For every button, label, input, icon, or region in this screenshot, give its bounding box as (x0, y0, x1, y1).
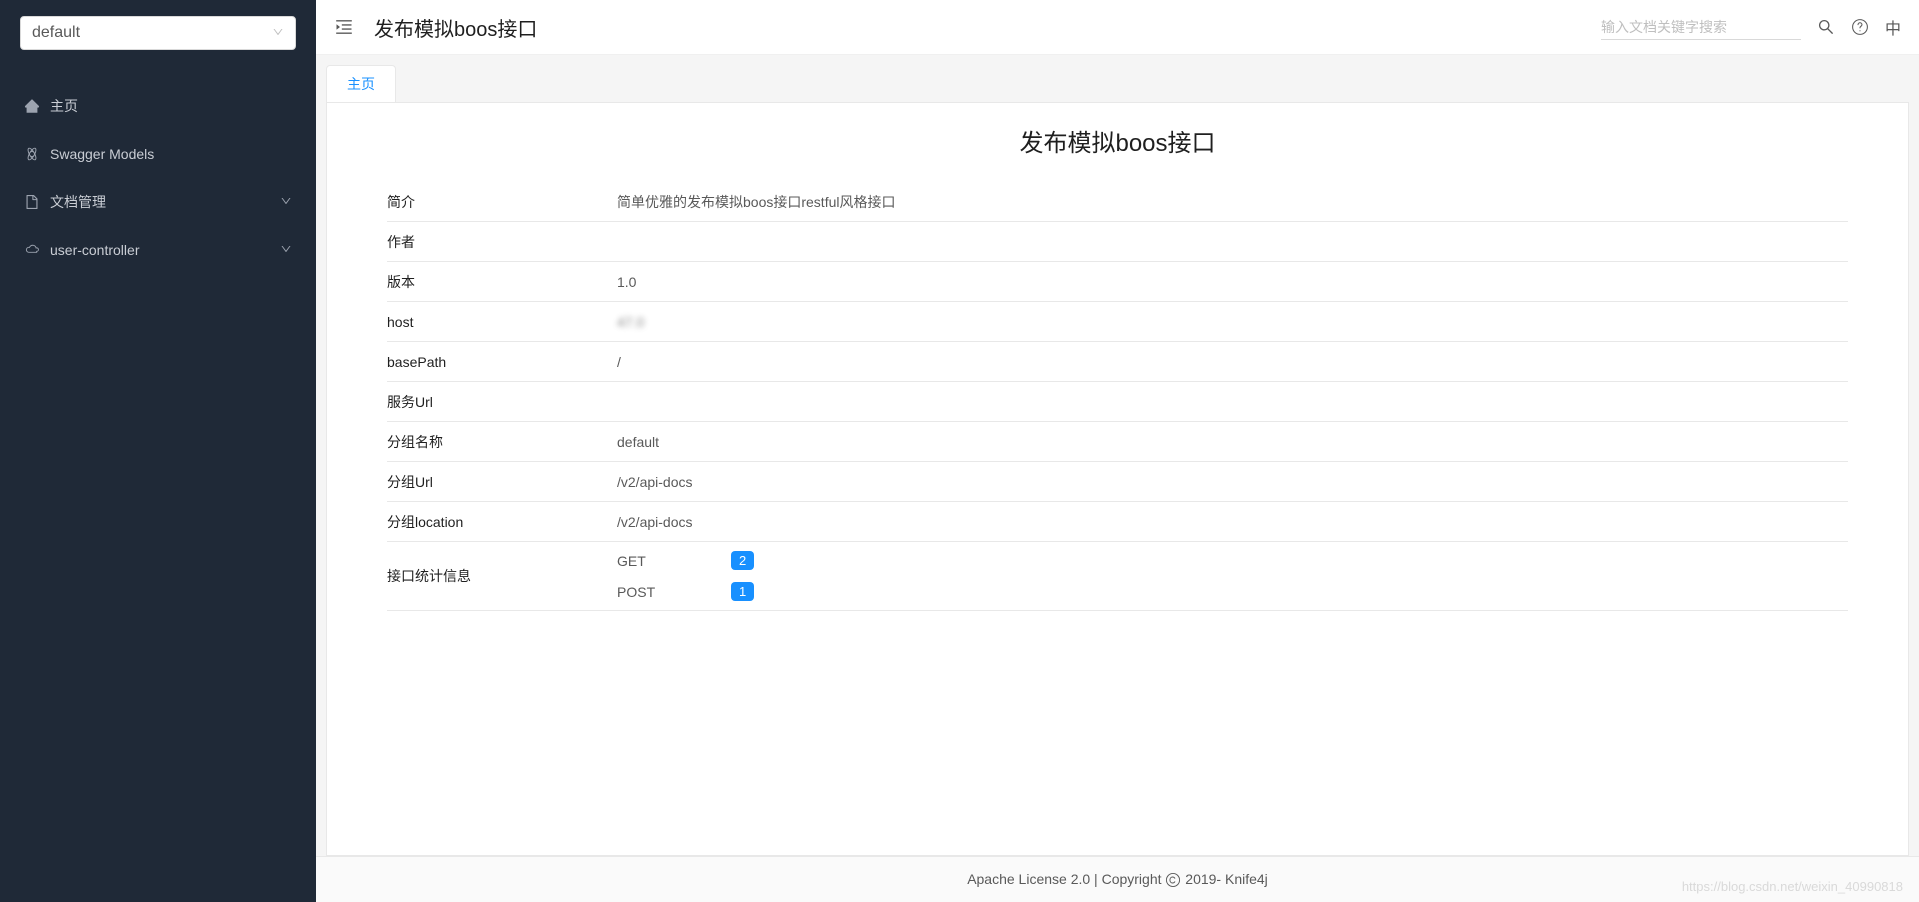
row-label: 简介 (387, 183, 617, 221)
sidebar-item-label: user-controller (50, 242, 139, 258)
sidebar-item-label: 主页 (50, 96, 78, 116)
search-input[interactable] (1601, 15, 1801, 40)
language-switch[interactable]: 中 (1885, 15, 1901, 39)
search-icon[interactable] (1817, 18, 1835, 36)
info-table: 简介 简单优雅的发布模拟boos接口restful风格接口 作者 版本 1.0 … (387, 182, 1848, 611)
sidebar: default 主页 Swagger Models (0, 0, 316, 902)
row-value: /v2/api-docs (617, 505, 1848, 539)
sidebar-item-swagger-models[interactable]: Swagger Models (0, 130, 316, 178)
row-label: 分组名称 (387, 423, 617, 461)
row-label: 分组Url (387, 463, 617, 501)
chevron-down-icon (280, 195, 292, 210)
row-value: GET 2 POST 1 (617, 542, 1848, 610)
row-label: 分组location (387, 503, 617, 541)
group-select[interactable]: default (20, 16, 296, 50)
row-value: /v2/api-docs (617, 465, 1848, 499)
table-row: host 47.0 (387, 302, 1848, 342)
row-label: 接口统计信息 (387, 557, 617, 595)
footer-text: Apache License 2.0 | Copyright (967, 871, 1165, 887)
home-icon (24, 98, 40, 114)
row-value (617, 393, 1848, 411)
tab-label: 主页 (347, 76, 375, 92)
footer: Apache License 2.0 | Copyright 2019- Kni… (316, 856, 1919, 902)
page-title: 发布模拟boos接口 (374, 13, 537, 42)
table-row: 分组location /v2/api-docs (387, 502, 1848, 542)
models-icon (24, 146, 40, 162)
copyright-icon (1165, 872, 1181, 888)
help-icon[interactable] (1851, 18, 1869, 36)
row-label: 作者 (387, 223, 617, 261)
table-row: 版本 1.0 (387, 262, 1848, 302)
row-label: 版本 (387, 263, 617, 301)
sidebar-item-user-controller[interactable]: user-controller (0, 226, 316, 274)
sidebar-menu: 主页 Swagger Models 文档管理 (0, 66, 316, 274)
sidebar-item-label: 文档管理 (50, 192, 106, 212)
table-row: 分组Url /v2/api-docs (387, 462, 1848, 502)
method-label: GET (617, 553, 661, 569)
row-value: 1.0 (617, 265, 1848, 299)
group-select-value: default (32, 24, 80, 42)
row-value: 47.0 (617, 305, 1848, 339)
row-value (617, 233, 1848, 251)
chevron-down-icon (280, 243, 292, 258)
cloud-icon (24, 242, 40, 258)
sidebar-item-home[interactable]: 主页 (0, 82, 316, 130)
stat-item: GET 2 (617, 551, 1848, 570)
chevron-down-icon (272, 26, 284, 41)
footer-year: 2019- (1185, 871, 1221, 887)
count-badge: 2 (731, 551, 754, 570)
stat-item: POST 1 (617, 582, 1848, 601)
watermark: https://blog.csdn.net/weixin_40990818 (1682, 879, 1903, 894)
table-row: 服务Url (387, 382, 1848, 422)
sidebar-select-wrapper: default (0, 0, 316, 66)
tab-bar: 主页 (316, 55, 1919, 102)
table-row: 简介 简单优雅的发布模拟boos接口restful风格接口 (387, 182, 1848, 222)
row-value: default (617, 425, 1848, 459)
row-value: 简单优雅的发布模拟boos接口restful风格接口 (617, 183, 1848, 221)
table-row: basePath / (387, 342, 1848, 382)
table-row: 分组名称 default (387, 422, 1848, 462)
footer-link[interactable]: Knife4j (1225, 871, 1268, 887)
row-value: / (617, 345, 1848, 379)
row-label: 服务Url (387, 383, 617, 421)
header: 发布模拟boos接口 中 (316, 0, 1919, 55)
main-area: 发布模拟boos接口 中 主页 发布模拟boos接口 简介 简单优雅的发布模拟b… (316, 0, 1919, 902)
sidebar-item-label: Swagger Models (50, 146, 154, 162)
method-label: POST (617, 584, 661, 600)
row-label: basePath (387, 345, 617, 379)
tab-home[interactable]: 主页 (326, 65, 396, 102)
table-row: 作者 (387, 222, 1848, 262)
docs-icon (24, 194, 40, 210)
table-row-stats: 接口统计信息 GET 2 POST 1 (387, 542, 1848, 611)
content: 发布模拟boos接口 简介 简单优雅的发布模拟boos接口restful风格接口… (326, 102, 1909, 856)
sidebar-item-doc-management[interactable]: 文档管理 (0, 178, 316, 226)
content-title: 发布模拟boos接口 (327, 123, 1908, 158)
count-badge: 1 (731, 582, 754, 601)
collapse-sidebar-icon[interactable] (334, 17, 354, 37)
row-label: host (387, 305, 617, 339)
